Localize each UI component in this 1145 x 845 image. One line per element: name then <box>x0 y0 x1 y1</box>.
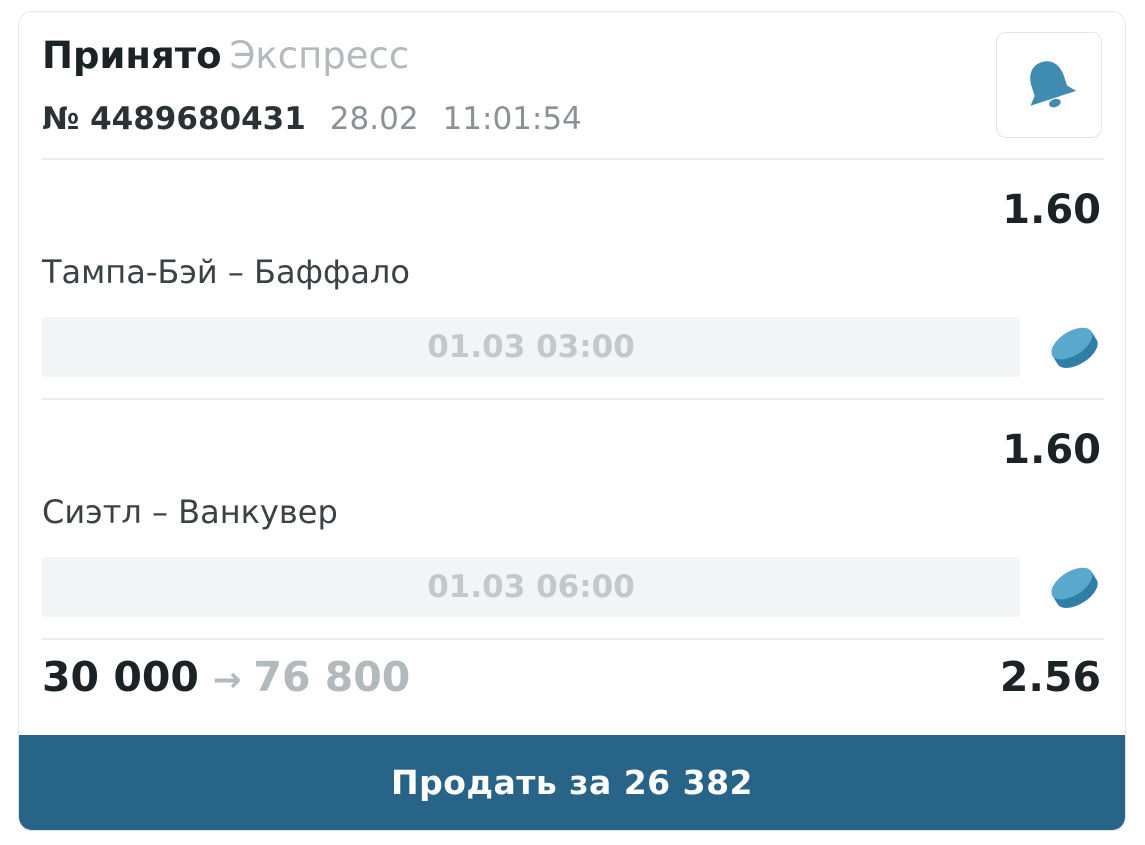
bet-card: Принято Экспресс № 4489680431 28.02 11:01:5… <box>18 11 1126 831</box>
event-start-time: 01.03 06:00 <box>42 557 1020 617</box>
bet-totals: 30 000 → 76 800 2.56 <box>19 640 1125 720</box>
bet-header: Принято Экспресс № 4489680431 28.02 11:01:5… <box>19 12 1125 159</box>
hockey-puck-icon <box>1051 327 1098 368</box>
event-teams: Сиэтл – Ванкувер <box>42 493 338 531</box>
event-odds: 1.60 <box>1002 187 1101 233</box>
event-row[interactable]: 1.60 Тампа-Бэй – Баффало 01.03 03:00 <box>19 160 1125 398</box>
bet-date: 28.02 <box>329 101 419 137</box>
total-odds: 2.56 <box>999 653 1101 701</box>
bet-meta: № 4489680431 28.02 11:01:54 <box>42 100 582 138</box>
potential-payout: 76 800 <box>253 653 411 701</box>
event-odds: 1.60 <box>1002 427 1101 473</box>
stake-amount: 30 000 <box>42 653 199 701</box>
event-row[interactable]: 1.60 Сиэтл – Ванкувер 01.03 06:00 <box>19 400 1125 638</box>
bell-icon <box>1030 61 1077 108</box>
arrow-right-icon: → <box>212 660 242 700</box>
notification-button[interactable] <box>996 32 1102 138</box>
hockey-puck-icon <box>1051 567 1098 608</box>
bet-type: Экспресс <box>229 34 410 77</box>
event-start-time: 01.03 03:00 <box>42 317 1020 377</box>
event-teams: Тампа-Бэй – Баффало <box>42 253 410 291</box>
bet-time: 11:01:54 <box>442 101 582 137</box>
stake-line: 30 000 → 76 800 <box>42 652 410 705</box>
sell-button[interactable]: Продать за 26 382 <box>19 735 1125 830</box>
bet-status: Принято <box>42 34 222 77</box>
status-line: Принято Экспресс <box>42 34 409 78</box>
bet-number: № 4489680431 <box>42 101 306 137</box>
